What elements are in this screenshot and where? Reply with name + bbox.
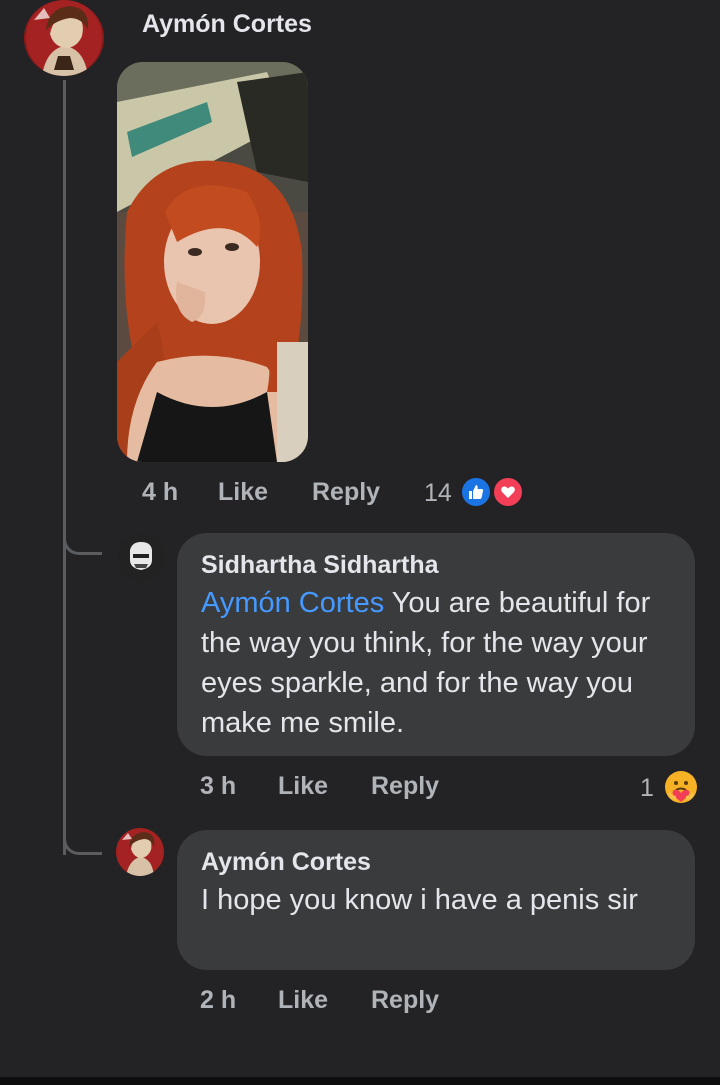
reply-author[interactable]: Sidhartha Sidhartha [201,549,671,581]
comment-actions: 4 h Like Reply [142,478,402,510]
love-icon [492,476,524,508]
thread-line [63,80,66,855]
thread-connector [63,830,102,855]
reaction-count: 14 [424,479,452,507]
like-button[interactable]: Like [278,986,328,1015]
comment-author[interactable]: Aymón Cortes [142,10,312,39]
reply-bubble: Aymón Cortes I hope you know i have a pe… [177,830,695,970]
like-icon [460,476,492,508]
avatar[interactable] [116,828,164,876]
reply-button[interactable]: Reply [371,772,439,801]
reply-time[interactable]: 3 h [200,772,236,801]
comment-time[interactable]: 4 h [142,478,178,507]
comment-photo[interactable] [117,62,308,462]
care-icon [664,770,698,804]
bottom-edge [0,1077,720,1085]
reply-actions: 3 h Like Reply [200,772,460,804]
reply-button[interactable]: Reply [312,478,380,507]
reply-time[interactable]: 2 h [200,986,236,1015]
like-button[interactable]: Like [278,772,328,801]
thread-connector [63,530,102,555]
reply-button[interactable]: Reply [371,986,439,1015]
reply-text: I hope you know i have a penis sir [201,884,638,916]
like-button[interactable]: Like [218,478,268,507]
comment-thread: Aymón Cortes 4 h Like Reply 14 Sidhartha… [0,0,720,1085]
reply-bubble: Sidhartha Sidhartha Aymón Cortes You are… [177,533,695,756]
reply-actions: 2 h Like Reply [200,986,460,1018]
reply-text: Aymón Cortes You are beautiful for the w… [201,583,671,743]
reply-author[interactable]: Aymón Cortes [201,846,671,878]
avatar[interactable] [24,0,104,76]
avatar[interactable] [118,534,164,580]
reaction-count: 1 [640,774,654,802]
mention-link[interactable]: Aymón Cortes [201,587,384,619]
